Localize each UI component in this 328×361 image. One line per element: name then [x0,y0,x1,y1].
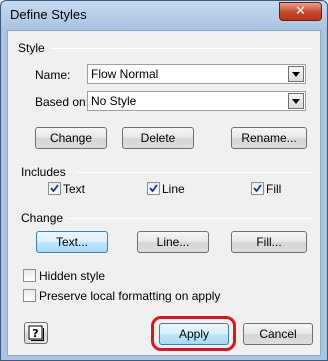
checkmark-icon [149,184,158,193]
define-styles-dialog: Define Styles ✕ Style Name: Flow Normal … [0,0,328,361]
apply-button[interactable]: Apply [159,323,229,345]
include-line-checkbox[interactable] [147,182,160,195]
includes-heading: Includes [21,165,66,179]
title-bar[interactable]: Define Styles ✕ [1,1,327,29]
include-text-checkbox[interactable] [48,182,61,195]
change-line-button[interactable]: Line... [137,231,209,253]
style-divider [50,48,312,49]
include-fill-label: Fill [266,182,282,196]
dialog-title: Define Styles [10,7,87,22]
preserve-local-formatting-label: Preserve local formatting on apply [39,289,221,303]
based-on-combobox[interactable]: No Style [87,91,306,111]
cancel-button[interactable]: Cancel [243,323,313,345]
name-dropdown-button[interactable] [288,66,304,82]
include-fill-checkbox[interactable] [251,182,264,195]
change-divider [68,218,312,219]
based-on-label: Based on: [35,95,90,109]
close-button[interactable]: ✕ [279,2,322,21]
include-line-label: Line [162,182,185,196]
style-heading: Style [18,41,45,55]
chevron-down-icon [292,72,300,77]
change-fill-button[interactable]: Fill... [231,231,307,253]
preserve-local-formatting-checkbox[interactable] [23,289,36,302]
based-on-dropdown-button[interactable] [288,93,304,109]
chevron-down-icon [292,99,300,104]
delete-button[interactable]: Delete [122,127,194,149]
help-button[interactable]: ? [24,322,48,344]
rename-button[interactable]: Rename... [231,127,307,149]
change-button[interactable]: Change [35,127,107,149]
based-on-value: No Style [91,94,137,108]
checkmark-icon [253,184,262,193]
change-heading: Change [21,211,64,225]
include-text-label: Text [63,182,86,196]
name-value: Flow Normal [91,67,159,81]
includes-divider [74,172,312,173]
change-text-button[interactable]: Text... [36,231,108,253]
svg-text:?: ? [32,327,38,340]
help-question-icon: ? [28,325,44,341]
name-combobox[interactable]: Flow Normal [87,64,306,84]
hidden-style-label: Hidden style [39,269,106,283]
name-label: Name: [35,68,71,82]
dialog-content: Style Name: Flow Normal Based on: No Sty… [7,30,321,356]
hidden-style-checkbox[interactable] [23,269,36,282]
checkmark-icon [50,184,59,193]
close-icon: ✕ [295,4,306,19]
